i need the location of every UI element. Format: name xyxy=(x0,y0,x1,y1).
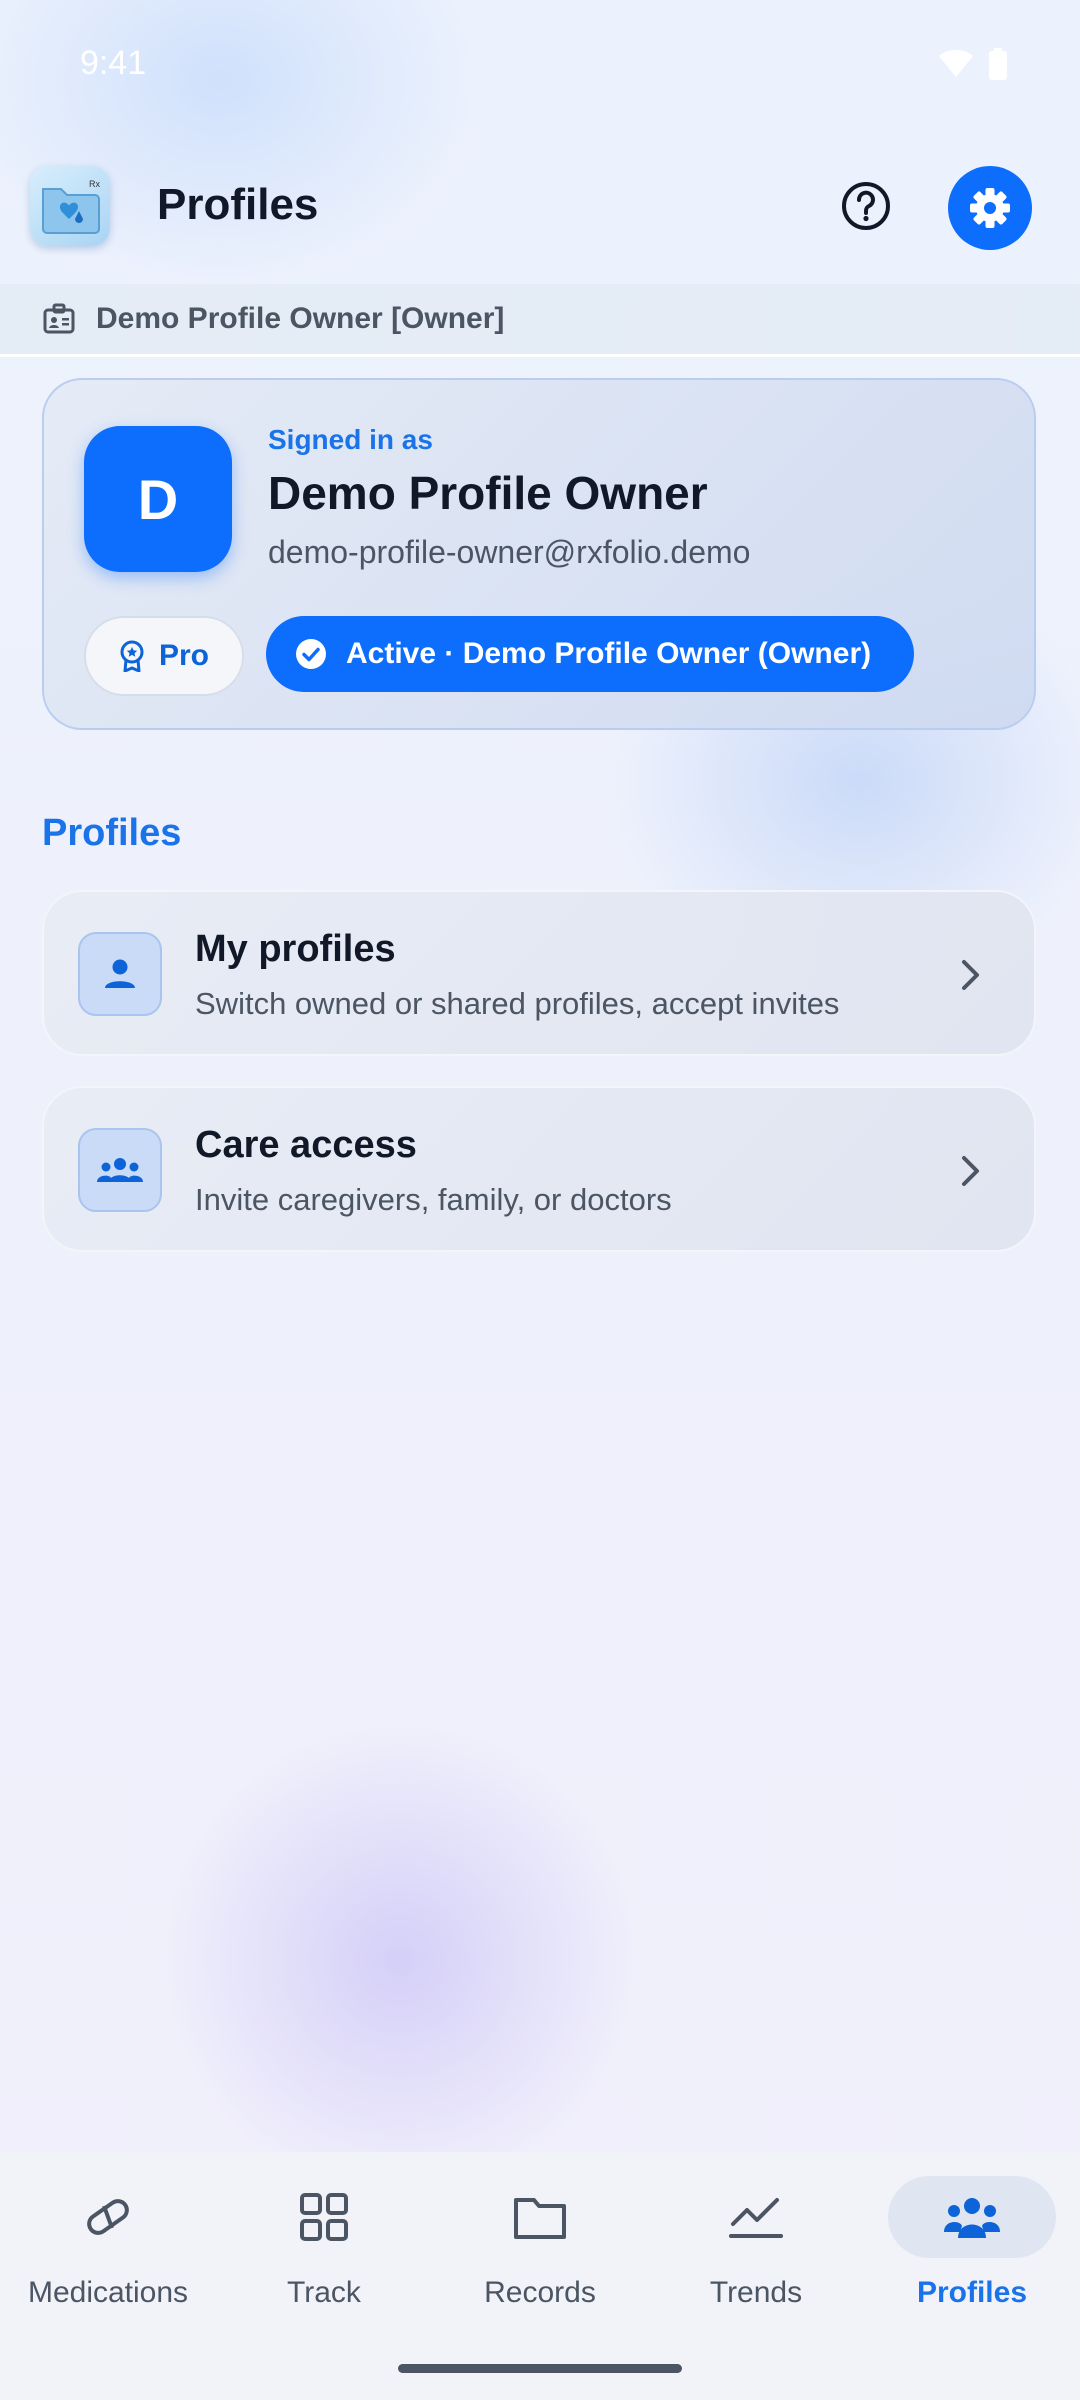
app-logo: Rx xyxy=(30,166,110,246)
check-circle-icon xyxy=(296,639,326,669)
plan-label: Pro xyxy=(158,639,209,672)
battery-icon xyxy=(989,48,1007,80)
nav-item-profiles[interactable]: Profiles xyxy=(864,2176,1080,2326)
help-button[interactable] xyxy=(826,166,906,246)
status-icons xyxy=(938,48,1008,80)
active-profile-chip-label: Active · Demo Profile Owner (Owner) xyxy=(346,637,872,670)
person-icon xyxy=(78,932,162,1016)
account-email: demo-profile-owner@rxfolio.demo xyxy=(268,534,751,570)
nav-item-medications[interactable]: Medications xyxy=(0,2176,216,2326)
page-title: Profiles xyxy=(157,180,319,229)
home-indicator[interactable] xyxy=(398,2364,682,2373)
account-name: Demo Profile Owner xyxy=(268,467,708,519)
award-icon xyxy=(120,640,144,672)
help-icon xyxy=(842,182,890,230)
settings-button[interactable] xyxy=(948,166,1032,250)
status-time: 9:41 xyxy=(80,44,147,82)
care-access-card[interactable] xyxy=(42,1086,1036,1252)
active-profile-chip[interactable]: Active · Demo Profile Owner (Owner) xyxy=(266,616,914,692)
nav-label-track: Track xyxy=(287,2276,361,2309)
my-profiles-card[interactable] xyxy=(42,890,1036,1056)
my-profiles-title: My profiles xyxy=(195,928,396,970)
my-profiles-subtitle: Switch owned or shared profiles, accept … xyxy=(195,986,840,1021)
nav-label-trends: Trends xyxy=(709,2276,803,2309)
nav-item-trends[interactable]: Trends xyxy=(648,2176,864,2326)
nav-label-records: Records xyxy=(484,2276,596,2309)
active-profile-strip[interactable]: Demo Profile Owner [Owner] xyxy=(0,284,1080,357)
chevron-right-icon xyxy=(951,1151,991,1191)
active-profile-label: Demo Profile Owner [Owner] xyxy=(96,302,505,335)
nav-item-track[interactable]: Track xyxy=(216,2176,432,2326)
nav-label-profiles: Profiles xyxy=(916,2276,1028,2309)
trend-icon xyxy=(672,2176,840,2258)
grid-icon xyxy=(240,2176,408,2258)
people-icon xyxy=(888,2176,1056,2258)
chevron-right-icon xyxy=(951,955,991,995)
pill-icon xyxy=(24,2176,192,2258)
care-access-title: Care access xyxy=(195,1124,417,1166)
id-badge-icon xyxy=(42,301,78,337)
signed-in-label: Signed in as xyxy=(268,424,433,455)
nav-label-medications: Medications xyxy=(27,2276,189,2309)
plan-chip[interactable]: Pro xyxy=(84,616,244,696)
gear-icon xyxy=(970,188,1010,228)
group-icon xyxy=(78,1128,162,1212)
section-title: Profiles xyxy=(42,812,182,854)
care-access-subtitle: Invite caregivers, family, or doctors xyxy=(195,1182,672,1217)
avatar: D xyxy=(84,426,232,572)
svg-text:Rx: Rx xyxy=(89,179,100,189)
folder-heart-icon: Rx xyxy=(42,179,100,234)
nav-item-records[interactable]: Records xyxy=(432,2176,648,2326)
folder-icon xyxy=(456,2176,624,2258)
wifi-icon xyxy=(939,50,973,77)
